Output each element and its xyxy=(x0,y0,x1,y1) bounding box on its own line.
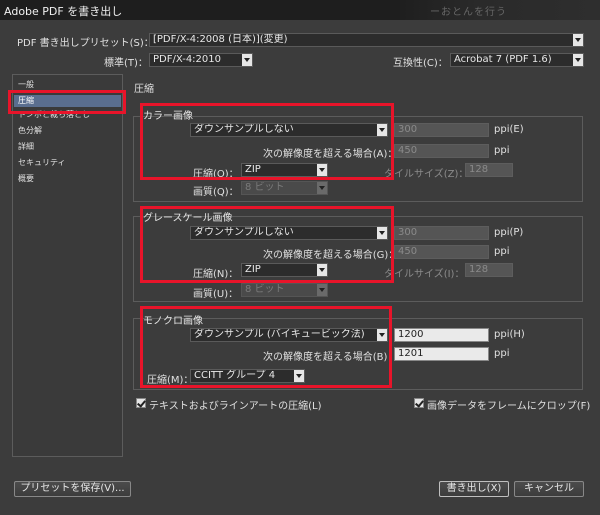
color-above-unit: ppi xyxy=(494,145,510,156)
color-quality-dropdown[interactable]: 8 ビット xyxy=(241,181,328,195)
color-quality-value: 8 ビット xyxy=(245,182,285,193)
color-resolution-unit: ppi(E) xyxy=(494,124,524,135)
window-title: Adobe PDF を書き出し xyxy=(4,5,123,18)
sidebar-item-separations[interactable]: 色分解 xyxy=(18,125,42,137)
grayscale-quality-dropdown[interactable]: 8 ビット xyxy=(241,283,328,297)
color-compression-dropdown[interactable]: ZIP xyxy=(241,163,328,177)
mono-above-label: 次の解像度を超える場合(B)： xyxy=(263,352,398,363)
sidebar-item-compression[interactable]: 圧縮 xyxy=(14,95,121,107)
sidebar-item-advanced[interactable]: 詳細 xyxy=(18,141,34,153)
grayscale-resolution-input[interactable]: 300 xyxy=(394,226,489,240)
title-bar: Adobe PDF を書き出し ーおとんを行う xyxy=(0,0,600,20)
color-group-title: カラー画像 xyxy=(143,111,193,122)
color-resolution-input[interactable]: 300 xyxy=(394,123,489,137)
grayscale-group-title: グレースケール画像 xyxy=(143,213,233,224)
mono-resolution-input[interactable]: 1200 xyxy=(394,328,489,342)
mono-resolution-unit: ppi(H) xyxy=(494,329,525,340)
grayscale-above-label: 次の解像度を超える場合(G)： xyxy=(263,250,399,261)
mono-compression-value: CCITT グループ 4 xyxy=(194,370,276,381)
grayscale-quality-label: 画質(U)： xyxy=(193,289,239,300)
chevron-down-icon xyxy=(242,54,252,66)
color-compression-label: 圧縮(O)： xyxy=(193,169,239,180)
crop-label: 画像データをフレームにクロップ(F) xyxy=(427,401,591,412)
mono-downsample-dropdown[interactable]: ダウンサンプル (バイキュービック法) xyxy=(190,328,388,342)
grayscale-quality-value: 8 ビット xyxy=(245,284,285,295)
color-quality-label: 画質(Q)： xyxy=(193,187,239,198)
chevron-down-icon xyxy=(377,124,387,136)
mono-above-input[interactable]: 1201 xyxy=(394,347,489,361)
grayscale-tile-input[interactable]: 128 xyxy=(465,263,513,277)
grayscale-above-input[interactable]: 450 xyxy=(394,245,489,259)
mono-group-title: モノクロ画像 xyxy=(143,316,203,327)
preset-dropdown[interactable]: [PDF/X-4:2008 (日本)](変更) xyxy=(149,33,584,47)
grayscale-compression-value: ZIP xyxy=(245,264,261,275)
text-art-label: テキストおよびラインアートの圧縮(L) xyxy=(149,401,322,412)
save-preset-button[interactable]: プリセットを保存(V)... xyxy=(14,481,131,497)
color-above-input[interactable]: 450 xyxy=(394,144,489,158)
preset-value: [PDF/X-4:2008 (日本)](変更) xyxy=(153,34,288,45)
chevron-down-icon xyxy=(573,54,583,66)
grayscale-tile-label: タイルサイズ(I)： xyxy=(384,269,465,280)
color-above-label: 次の解像度を超える場合(A)： xyxy=(263,149,398,160)
sidebar-item-security[interactable]: セキュリティ xyxy=(18,157,66,169)
mono-compression-dropdown[interactable]: CCITT グループ 4 xyxy=(190,369,305,383)
sidebar-item-general[interactable]: 一般 xyxy=(18,79,34,91)
mono-compression-label: 圧縮(M)： xyxy=(147,375,194,386)
standard-value: PDF/X-4:2010 xyxy=(153,54,221,65)
sidebar-item-marks-bleeds[interactable]: トンボと裁ち落とし xyxy=(18,109,90,121)
grayscale-resolution-unit: ppi(P) xyxy=(494,227,524,238)
sidebar-item-summary[interactable]: 概要 xyxy=(18,173,34,185)
crop-checkbox[interactable] xyxy=(414,398,424,408)
text-art-checkbox[interactable] xyxy=(136,398,146,408)
chevron-down-icon xyxy=(377,227,387,239)
chevron-down-icon xyxy=(317,164,327,176)
panel-title: 圧縮 xyxy=(134,84,154,95)
color-downsample-value: ダウンサンプルしない xyxy=(194,124,294,135)
color-tile-label: タイルサイズ(Z)： xyxy=(384,169,469,180)
grayscale-compression-label: 圧縮(N)： xyxy=(193,269,239,280)
mono-downsample-value: ダウンサンプル (バイキュービック法) xyxy=(194,329,365,340)
standard-label: 標準(T)： xyxy=(104,58,148,69)
mono-above-unit: ppi xyxy=(494,348,510,359)
color-compression-value: ZIP xyxy=(245,164,261,175)
chevron-down-icon xyxy=(317,264,327,276)
standard-dropdown[interactable]: PDF/X-4:2010 xyxy=(149,53,253,67)
grayscale-downsample-dropdown[interactable]: ダウンサンプルしない xyxy=(190,226,388,240)
compat-dropdown[interactable]: Acrobat 7 (PDF 1.6) xyxy=(450,53,584,67)
grayscale-compression-dropdown[interactable]: ZIP xyxy=(241,263,328,277)
export-button[interactable]: 書き出し(X) xyxy=(439,481,509,497)
chevron-down-icon xyxy=(317,284,327,296)
chevron-down-icon xyxy=(317,182,327,194)
chevron-down-icon xyxy=(294,370,304,382)
chevron-down-icon xyxy=(377,329,387,341)
color-tile-input[interactable]: 128 xyxy=(465,163,513,177)
grayscale-above-unit: ppi xyxy=(494,246,510,257)
compat-label: 互換性(C)： xyxy=(393,58,448,69)
preset-label: PDF 書き出しプリセット(S)： xyxy=(17,38,154,49)
compat-value: Acrobat 7 (PDF 1.6) xyxy=(454,54,552,65)
category-sidebar: 一般 圧縮 トンボと裁ち落とし 色分解 詳細 セキュリティ 概要 xyxy=(12,74,123,457)
chevron-down-icon xyxy=(573,34,583,46)
color-downsample-dropdown[interactable]: ダウンサンプルしない xyxy=(190,123,388,137)
grayscale-downsample-value: ダウンサンプルしない xyxy=(194,227,294,238)
background-title-fragment: ーおとんを行う xyxy=(430,7,507,18)
cancel-button[interactable]: キャンセル xyxy=(514,481,584,497)
